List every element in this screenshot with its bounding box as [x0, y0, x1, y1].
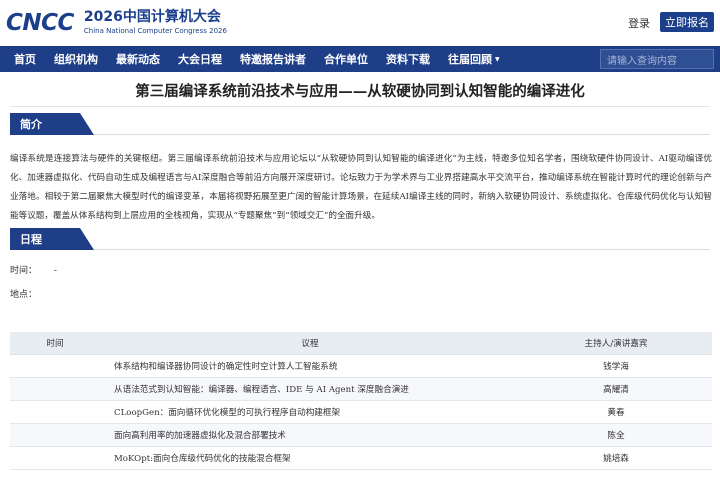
schedule-section-header: 日程	[10, 228, 710, 250]
row-host: 钱学海	[520, 354, 712, 378]
time-value: -	[53, 266, 57, 276]
nav-item-partners[interactable]: 合作单位	[315, 46, 377, 72]
nav-item-speakers[interactable]: 特邀报告讲者	[231, 46, 315, 72]
logo-subtitle: China National Computer Congress 2026	[83, 26, 227, 35]
time-label: 时间：	[10, 266, 38, 276]
row-time	[10, 423, 100, 447]
place-label: 地点：	[10, 290, 38, 300]
logo-text: 2026中国计算机大会 China National Computer Cong…	[84, 10, 227, 35]
row-topic: 面向高利用率的加速器虚拟化及混合部署技术	[100, 423, 520, 447]
page-title: 第三届编译系统前沿技术与应用——从软硬协同到认知智能的编译进化	[135, 83, 585, 100]
nav-item-schedule[interactable]: 大会日程	[169, 46, 231, 72]
table-row: 面向高利用率的加速器虚拟化及混合部署技术 陈全	[10, 423, 712, 447]
agenda-table: 时间 议程 主持人/演讲嘉宾 体系结构和编译器协同设计的确定性时空计算人工智能系…	[10, 332, 712, 470]
nav-item-organization[interactable]: 组织机构	[45, 46, 107, 72]
table-row: 体系结构和编译器协同设计的确定性时空计算人工智能系统 钱学海	[10, 354, 712, 378]
header-host: 主持人/演讲嘉宾	[520, 332, 712, 355]
header-time: 时间	[10, 332, 100, 355]
cncc-logo[interactable]: CNCC 2026中国计算机大会 China National Computer…	[6, 8, 227, 38]
row-topic: MoKOpt:面向仓库级代码优化的技能混合框架	[100, 446, 520, 470]
row-host: 陈全	[520, 423, 712, 447]
logo-mark: CNCC	[6, 10, 74, 36]
row-host: 高耀清	[520, 377, 712, 401]
header-topic: 议程	[100, 332, 520, 355]
register-button[interactable]: 立即报名	[660, 12, 714, 32]
table-row: CLoopGen：面向循环优化模型的可执行程序自动构建框架 黄春	[10, 400, 712, 424]
row-topic: 体系结构和编译器协同设计的确定性时空计算人工智能系统	[100, 354, 520, 378]
intro-text: 编译系统是连接算法与硬件的关键枢纽。第三届编译系统前沿技术与应用论坛以“从软硬协…	[10, 154, 712, 221]
schedule-heading: 日程	[10, 228, 94, 250]
row-topic: 从语法范式到认知智能：编译器、编程语言、IDE 与 AI Agent 深度融合演…	[100, 377, 520, 401]
row-time	[10, 446, 100, 470]
row-host: 黄春	[520, 400, 712, 424]
table-row: MoKOpt:面向仓库级代码优化的技能混合框架 姚培森	[10, 446, 712, 470]
search-input[interactable]: 请输入查询内容	[600, 49, 714, 69]
logo-title: 2026中国计算机大会	[83, 9, 221, 26]
site-header: CNCC 2026中国计算机大会 China National Computer…	[0, 0, 720, 46]
intro-section-header: 简介	[10, 113, 710, 135]
login-link[interactable]: 登录	[628, 15, 650, 31]
row-topic: CLoopGen：面向循环优化模型的可执行程序自动构建框架	[100, 400, 520, 424]
row-host: 姚培森	[520, 446, 712, 470]
table-row: 从语法范式到认知智能：编译器、编程语言、IDE 与 AI Agent 深度融合演…	[10, 377, 712, 401]
time-row: 时间： -	[10, 263, 57, 276]
main-nav: 首页 组织机构 最新动态 大会日程 特邀报告讲者 合作单位 资料下载 往届回顾 ▼…	[0, 46, 720, 72]
nav-item-history[interactable]: 往届回顾 ▼	[439, 46, 509, 72]
agenda-header-row: 时间 议程 主持人/演讲嘉宾	[10, 332, 712, 355]
nav-item-downloads[interactable]: 资料下载	[377, 46, 439, 72]
nav-item-news[interactable]: 最新动态	[107, 46, 169, 72]
row-time	[10, 354, 100, 378]
row-time	[10, 400, 100, 424]
row-time	[10, 377, 100, 401]
nav-item-history-label: 往届回顾	[448, 53, 492, 66]
intro-heading: 简介	[10, 113, 94, 135]
title-divider	[10, 106, 710, 107]
caret-down-icon: ▼	[495, 55, 500, 63]
place-row: 地点：	[10, 287, 37, 300]
nav-item-home[interactable]: 首页	[0, 46, 45, 72]
